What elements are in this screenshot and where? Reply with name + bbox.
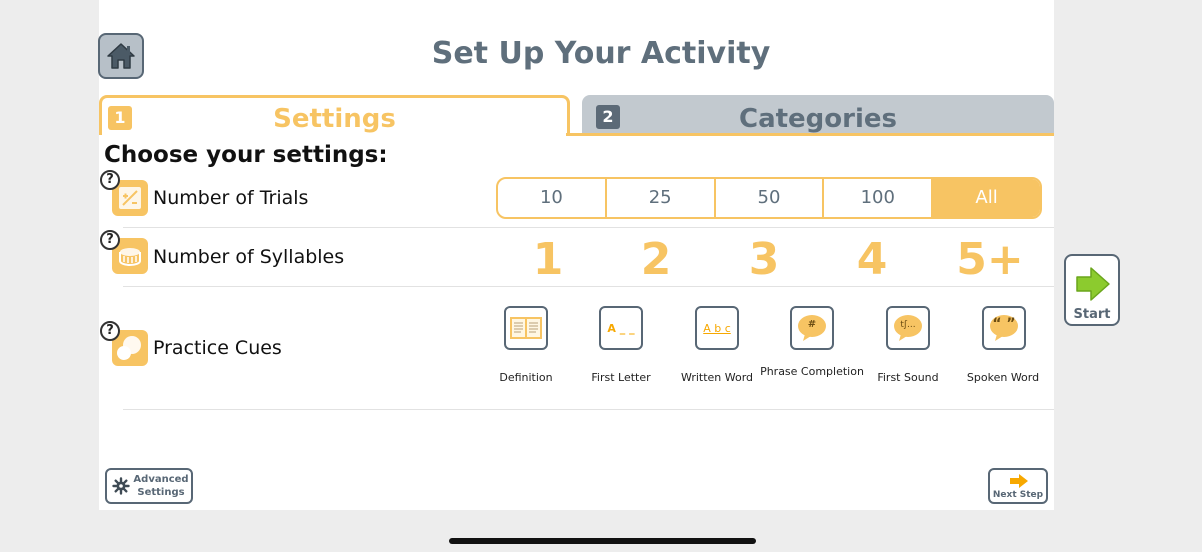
- cue-first-sound-button[interactable]: tʃ...: [886, 306, 930, 350]
- cue-spoken-word-button[interactable]: “ ”: [982, 306, 1026, 350]
- trials-option-all[interactable]: All: [931, 179, 1040, 217]
- phrase-bubble-icon: #: [807, 319, 817, 330]
- cue-label: First Sound: [877, 371, 939, 384]
- trials-option-25[interactable]: 25: [604, 179, 714, 217]
- divider: [123, 409, 1054, 410]
- divider: [123, 286, 1054, 287]
- cue-first-letter-button[interactable]: A _ _: [599, 306, 643, 350]
- page-title: Set Up Your Activity: [431, 36, 771, 71]
- trials-option-100[interactable]: 100: [822, 179, 931, 217]
- syllable-option-2[interactable]: 2: [616, 234, 696, 285]
- next-step-button[interactable]: Next Step: [988, 468, 1048, 504]
- arrow-right-icon: [1010, 474, 1028, 488]
- syllable-option-1[interactable]: 1: [508, 234, 588, 285]
- cue-label: Written Word: [680, 371, 754, 384]
- settings-heading: Choose your settings:: [104, 142, 388, 168]
- first-letter-icon: A _ _: [607, 321, 635, 335]
- syllable-option-3[interactable]: 3: [724, 234, 804, 285]
- tab-categories[interactable]: 2 Categories: [582, 95, 1054, 135]
- book-icon: [510, 317, 542, 339]
- cue-definition-button[interactable]: [504, 306, 548, 350]
- trials-option-10[interactable]: 10: [498, 179, 605, 217]
- written-word-icon: A b c: [703, 321, 731, 335]
- home-indicator[interactable]: [449, 538, 756, 544]
- tab-settings[interactable]: 1 Settings: [99, 95, 570, 135]
- sound-bubble-icon: tʃ...: [900, 320, 916, 330]
- quote-bubble-icon: “ ”: [992, 316, 1016, 332]
- help-cues-button[interactable]: ?: [100, 321, 120, 341]
- cue-phrase-completion-button[interactable]: #: [790, 306, 834, 350]
- arrow-right-icon: [1076, 267, 1110, 301]
- advanced-settings-label: Advanced Settings: [133, 474, 189, 498]
- advanced-settings-button[interactable]: Advanced Settings: [105, 468, 193, 504]
- cue-label: Phrase Completion: [760, 365, 864, 378]
- help-trials-button[interactable]: ?: [100, 170, 120, 190]
- tab-label: Settings: [273, 104, 396, 134]
- cue-written-word-button[interactable]: A b c: [695, 306, 739, 350]
- cue-label: First Letter: [591, 371, 651, 384]
- gear-icon: [112, 477, 130, 495]
- syllable-option-4[interactable]: 4: [832, 234, 912, 285]
- next-step-label: Next Step: [992, 490, 1044, 500]
- cue-label: Spoken Word: [966, 371, 1040, 384]
- syllable-option-5plus[interactable]: 5+: [950, 234, 1030, 285]
- divider: [123, 227, 1054, 228]
- cues-label: Practice Cues: [153, 337, 282, 359]
- help-syllables-button[interactable]: ?: [100, 230, 120, 250]
- trials-selector: 10 25 50 100 All: [496, 177, 1042, 219]
- trials-label: Number of Trials: [153, 187, 309, 209]
- tab-label: Categories: [738, 104, 897, 134]
- syllables-label: Number of Syllables: [153, 246, 345, 268]
- tab-underline: [566, 133, 1054, 136]
- cue-label: Definition: [499, 371, 553, 384]
- start-label: Start: [1073, 307, 1111, 322]
- start-button[interactable]: Start: [1064, 254, 1120, 326]
- trials-option-50[interactable]: 50: [713, 179, 823, 217]
